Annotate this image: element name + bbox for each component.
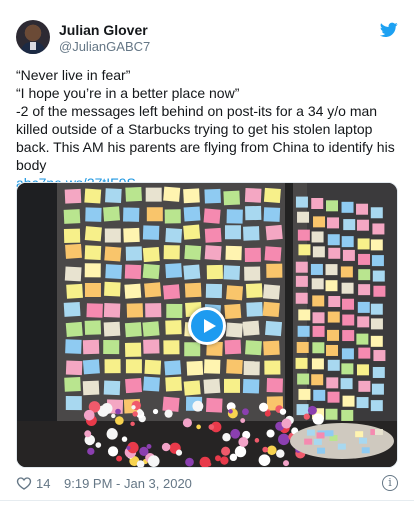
tweet-card: Julian Glover @JulianGABC7 “Never live i… xyxy=(0,0,414,512)
divider xyxy=(0,500,414,501)
video-thumbnail[interactable] xyxy=(16,182,398,468)
tweet-text: “Never live in fear” “I hope you’re in a… xyxy=(16,66,400,192)
tweet-line-2: “I hope you’re in a better place now” xyxy=(16,85,240,101)
twitter-bird-icon[interactable] xyxy=(380,22,398,38)
tweet-header: Julian Glover @JulianGABC7 xyxy=(16,18,400,62)
tweet-line-3: -2 of the messages left behind on post-i… xyxy=(16,103,395,173)
play-icon[interactable] xyxy=(188,307,226,345)
heart-icon[interactable] xyxy=(16,475,32,491)
author-handle[interactable]: @JulianGABC7 xyxy=(59,39,150,54)
tweet-line-1: “Never live in fear” xyxy=(16,67,131,83)
truncated-row xyxy=(16,505,216,512)
author-name[interactable]: Julian Glover xyxy=(59,22,148,38)
tweet-footer: 14 9:19 PM - Jan 3, 2020 i xyxy=(16,474,400,494)
avatar[interactable] xyxy=(16,20,50,54)
info-icon[interactable]: i xyxy=(382,475,398,491)
tweet-timestamp[interactable]: 9:19 PM - Jan 3, 2020 xyxy=(64,476,192,491)
like-count[interactable]: 14 xyxy=(36,476,50,491)
